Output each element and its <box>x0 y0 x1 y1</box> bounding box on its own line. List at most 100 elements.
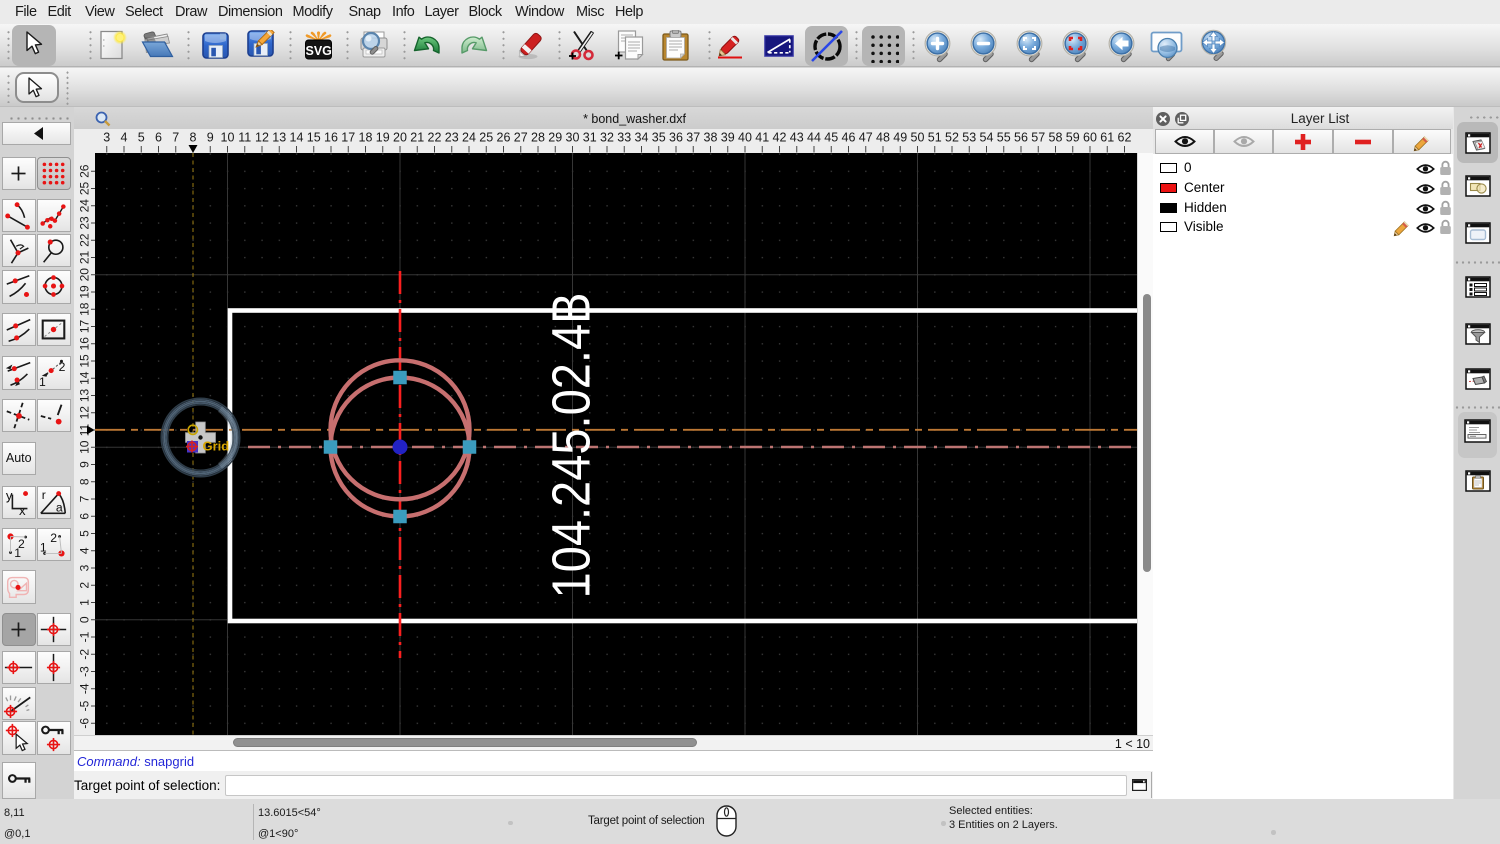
svg-text:16: 16 <box>78 337 92 351</box>
svg-text:36: 36 <box>669 131 683 145</box>
svg-text:13: 13 <box>78 389 92 403</box>
svg-text:19: 19 <box>78 285 92 299</box>
svg-text:20: 20 <box>78 268 92 282</box>
svg-text:28: 28 <box>531 131 545 145</box>
svg-text:14: 14 <box>78 371 92 385</box>
svg-text:52: 52 <box>945 131 959 145</box>
svg-text:SVG: SVG <box>305 44 331 58</box>
svg-text:3: 3 <box>103 131 110 145</box>
svg-text:3: 3 <box>78 564 92 571</box>
svg-text:15: 15 <box>307 131 321 145</box>
svg-text:6: 6 <box>78 513 92 520</box>
svg-text:58: 58 <box>1049 131 1063 145</box>
svg-text:60: 60 <box>1083 131 1097 145</box>
svg-text:55: 55 <box>997 131 1011 145</box>
svg-text:33: 33 <box>617 131 631 145</box>
svg-text:22: 22 <box>428 131 442 145</box>
svg-text:18: 18 <box>359 131 373 145</box>
svg-text:17: 17 <box>78 320 92 334</box>
svg-text:42: 42 <box>773 131 787 145</box>
svg-text:-1: -1 <box>78 631 92 642</box>
svg-text:-2: -2 <box>78 649 92 660</box>
svg-text:7: 7 <box>172 131 179 145</box>
svg-text:24: 24 <box>78 199 92 213</box>
svg-text:10: 10 <box>221 131 235 145</box>
svg-text:2: 2 <box>78 582 92 589</box>
svg-text:25: 25 <box>78 182 92 196</box>
svg-text:40: 40 <box>738 131 752 145</box>
svg-text:35: 35 <box>652 131 666 145</box>
svg-text:48: 48 <box>876 131 890 145</box>
svg-text:34: 34 <box>635 131 649 145</box>
svg-text:24: 24 <box>462 131 476 145</box>
svg-text:21: 21 <box>78 251 92 265</box>
svg-text:2: 2 <box>50 531 57 545</box>
svg-text:53: 53 <box>962 131 976 145</box>
svg-text:1: 1 <box>40 541 47 555</box>
svg-text:5: 5 <box>78 530 92 537</box>
svg-text:23: 23 <box>445 131 459 145</box>
svg-text:16: 16 <box>324 131 338 145</box>
svg-text:45: 45 <box>824 131 838 145</box>
svg-text:18: 18 <box>78 302 92 316</box>
svg-text:49: 49 <box>893 131 907 145</box>
svg-text:9: 9 <box>78 461 92 468</box>
svg-text:11: 11 <box>238 131 251 145</box>
svg-text:6: 6 <box>155 131 162 145</box>
svg-text:9: 9 <box>207 131 214 145</box>
svg-text:12: 12 <box>255 131 269 145</box>
svg-text:38: 38 <box>704 131 718 145</box>
svg-text:29: 29 <box>548 131 562 145</box>
svg-text:26: 26 <box>497 131 511 145</box>
svg-text:54: 54 <box>980 131 994 145</box>
svg-text:12: 12 <box>78 406 92 420</box>
svg-text:44: 44 <box>807 131 821 145</box>
svg-text:43: 43 <box>790 131 804 145</box>
svg-text:-6: -6 <box>78 718 92 729</box>
svg-text:13: 13 <box>272 131 286 145</box>
svg-text:10: 10 <box>78 440 92 454</box>
svg-text:4: 4 <box>78 547 92 554</box>
svg-text:26: 26 <box>78 164 92 178</box>
svg-text:47: 47 <box>859 131 873 145</box>
svg-text:32: 32 <box>600 131 614 145</box>
svg-text:7: 7 <box>78 495 92 502</box>
svg-text:1: 1 <box>39 375 46 388</box>
svg-text:14: 14 <box>290 131 304 145</box>
svg-text:59: 59 <box>1066 131 1080 145</box>
svg-text:x: x <box>19 503 26 518</box>
svg-text:4: 4 <box>121 131 128 145</box>
svg-text:61: 61 <box>1100 131 1114 145</box>
svg-text:50: 50 <box>911 131 925 145</box>
svg-text:20: 20 <box>393 131 407 145</box>
svg-text:27: 27 <box>514 131 528 145</box>
svg-text:21: 21 <box>410 131 424 145</box>
svg-text:46: 46 <box>842 131 856 145</box>
svg-text:23: 23 <box>78 216 92 230</box>
svg-text:39: 39 <box>721 131 735 145</box>
svg-text:8: 8 <box>190 131 197 145</box>
svg-text:30: 30 <box>566 131 580 145</box>
svg-text:-3: -3 <box>78 666 92 677</box>
svg-text:31: 31 <box>583 131 597 145</box>
svg-text:37: 37 <box>686 131 700 145</box>
svg-text:0: 0 <box>78 616 92 623</box>
svg-text:62: 62 <box>1118 131 1132 145</box>
svg-text:56: 56 <box>1014 131 1028 145</box>
svg-text:Grid: Grid <box>203 439 230 454</box>
svg-text:2: 2 <box>18 537 25 551</box>
svg-text:-4: -4 <box>78 683 92 694</box>
svg-text:5: 5 <box>138 131 145 145</box>
svg-text:41: 41 <box>755 131 769 145</box>
svg-text:104.245.02.4B: 104.245.02.4B <box>542 293 602 599</box>
svg-text:8: 8 <box>78 478 92 485</box>
svg-text:25: 25 <box>479 131 493 145</box>
svg-text:57: 57 <box>1031 131 1045 145</box>
svg-text:1: 1 <box>78 599 92 606</box>
svg-text:51: 51 <box>928 131 942 145</box>
svg-text:15: 15 <box>78 354 92 368</box>
svg-text:17: 17 <box>341 131 355 145</box>
svg-text:r: r <box>42 488 46 502</box>
svg-text:a: a <box>56 500 63 514</box>
svg-text:22: 22 <box>78 233 92 247</box>
